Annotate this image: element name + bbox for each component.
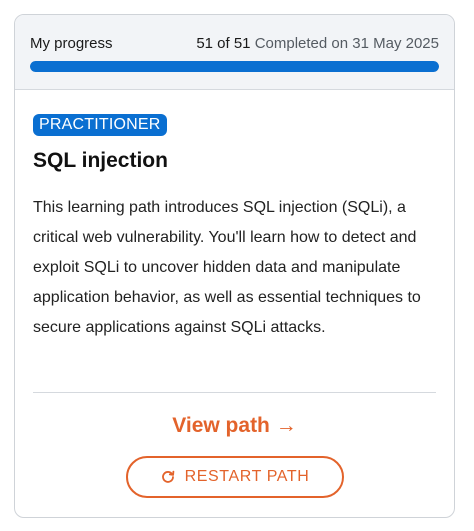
progress-count: 51 of 51	[196, 35, 251, 52]
restart-path-button[interactable]: RESTART PATH	[126, 456, 344, 498]
restart-label: RESTART PATH	[184, 468, 310, 485]
progress-label: My progress	[30, 35, 113, 52]
progress-header: My progress 51 of 51 Completed on 31 May…	[15, 15, 454, 90]
course-title: SQL injection	[33, 149, 168, 172]
learning-path-card: My progress 51 of 51 Completed on 31 May…	[14, 14, 455, 518]
completion-date: Completed on 31 May 2025	[254, 35, 439, 52]
view-path-link[interactable]: View path →	[15, 414, 454, 438]
level-badge: PRACTITIONER	[33, 114, 167, 136]
progress-bar	[30, 61, 439, 72]
course-description: This learning path introduces SQL inject…	[33, 199, 421, 336]
progress-status: 51 of 51 Completed on 31 May 2025	[196, 35, 439, 52]
progress-bar-fill	[30, 61, 439, 72]
divider	[33, 392, 436, 393]
restart-icon	[161, 470, 175, 484]
